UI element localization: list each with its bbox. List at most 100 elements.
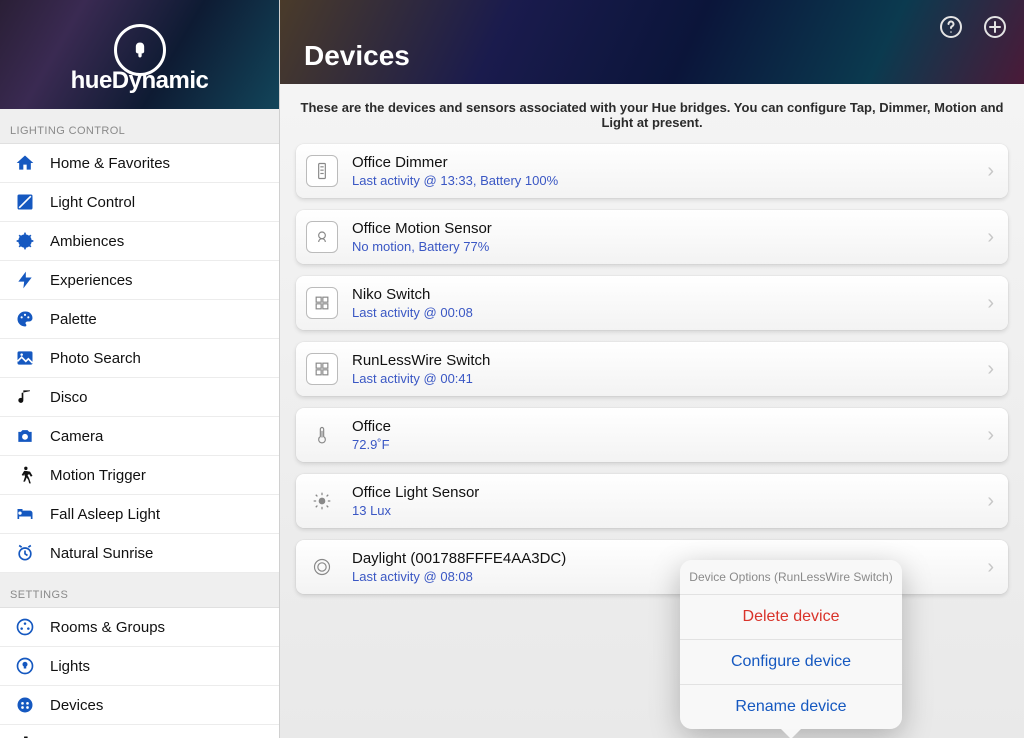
thermometer-icon — [306, 419, 338, 451]
home-icon — [14, 152, 36, 174]
sidebar-item-photo-search[interactable]: Photo Search — [0, 339, 279, 378]
device-status: No motion, Battery 77% — [352, 239, 973, 254]
light-sensor-icon — [306, 485, 338, 517]
sidebar-item-camera[interactable]: Camera — [0, 417, 279, 456]
popover-title: Device Options (RunLessWire Switch) — [680, 560, 902, 595]
sidebar-item-lights[interactable]: Lights — [0, 647, 279, 686]
sidebar-item-experiences[interactable]: Experiences — [0, 261, 279, 300]
section-header-lighting: LIGHTING CONTROL — [0, 109, 279, 144]
motion-sensor-icon — [306, 221, 338, 253]
bulb-icon — [14, 655, 36, 677]
music-note-icon — [14, 386, 36, 408]
device-status: 72.9˚F — [352, 437, 973, 452]
devices-icon — [14, 694, 36, 716]
device-status: Last activity @ 00:08 — [352, 305, 973, 320]
chevron-right-icon: › — [987, 292, 994, 315]
sidebar-item-label: Fall Asleep Light — [50, 506, 160, 523]
sidebar-item-light-control[interactable]: Light Control — [0, 183, 279, 222]
help-button[interactable] — [938, 14, 964, 40]
sidebar-item-label: Natural Sunrise — [50, 545, 153, 562]
sidebar-item-label: Motion Trigger — [50, 467, 146, 484]
chevron-right-icon: › — [987, 226, 994, 249]
sidebar-item-label: Disco — [50, 389, 88, 406]
main-header: Devices — [280, 0, 1024, 84]
groups-icon — [14, 616, 36, 638]
page-title: Devices — [304, 40, 410, 72]
chevron-right-icon: › — [987, 490, 994, 513]
chevron-right-icon: › — [987, 556, 994, 579]
sidebar-item-disco[interactable]: Disco — [0, 378, 279, 417]
device-text: Office Motion Sensor No motion, Battery … — [352, 220, 973, 254]
alarm-icon — [14, 542, 36, 564]
sidebar-item-fall-asleep[interactable]: Fall Asleep Light — [0, 495, 279, 534]
sidebar-item-label: Photo Search — [50, 350, 141, 367]
device-row-office-motion[interactable]: Office Motion Sensor No motion, Battery … — [296, 210, 1008, 264]
sidebar-item-label: Rooms & Groups — [50, 619, 165, 636]
sidebar-item-label: Camera — [50, 428, 103, 445]
device-text: RunLessWire Switch Last activity @ 00:41 — [352, 352, 973, 386]
settings-icon — [14, 733, 36, 738]
sidebar: hueDynamic LIGHTING CONTROL Home & Favor… — [0, 0, 280, 738]
sidebar-item-motion-trigger[interactable]: Motion Trigger — [0, 456, 279, 495]
daylight-icon — [306, 551, 338, 583]
add-button[interactable] — [982, 14, 1008, 40]
device-text: Office Dimmer Last activity @ 13:33, Bat… — [352, 154, 973, 188]
device-name: Niko Switch — [352, 286, 973, 303]
device-status: 13 Lux — [352, 503, 973, 518]
device-name: Office Dimmer — [352, 154, 973, 171]
device-options-popover: Device Options (RunLessWire Switch) Dele… — [680, 560, 902, 729]
sidebar-item-palette[interactable]: Palette — [0, 300, 279, 339]
main: Devices These are the devices and sensor… — [280, 0, 1024, 738]
bed-icon — [14, 503, 36, 525]
gear-icon — [14, 230, 36, 252]
device-status: Last activity @ 00:41 — [352, 371, 973, 386]
header-actions — [938, 14, 1008, 40]
sidebar-item-label: Devices — [50, 697, 103, 714]
sidebar-item-label: Lights — [50, 658, 90, 675]
chevron-right-icon: › — [987, 424, 994, 447]
device-text: Niko Switch Last activity @ 00:08 — [352, 286, 973, 320]
sidebar-item-label: Palette — [50, 311, 97, 328]
light-control-icon — [14, 191, 36, 213]
sidebar-item-rooms-groups[interactable]: Rooms & Groups — [0, 608, 279, 647]
dimmer-icon — [306, 155, 338, 187]
device-row-office-temp[interactable]: Office 72.9˚F › — [296, 408, 1008, 462]
chevron-right-icon: › — [987, 160, 994, 183]
switch-icon — [306, 287, 338, 319]
device-text: Office 72.9˚F — [352, 418, 973, 452]
brand-logo-icon — [114, 24, 166, 76]
sidebar-item-label: Experiences — [50, 272, 133, 289]
bolt-icon — [14, 269, 36, 291]
sidebar-item-ambiences[interactable]: Ambiences — [0, 222, 279, 261]
brand-header: hueDynamic — [0, 0, 279, 109]
content: These are the devices and sensors associ… — [280, 84, 1024, 738]
device-text: Office Light Sensor 13 Lux — [352, 484, 973, 518]
intro-text: These are the devices and sensors associ… — [296, 96, 1008, 144]
image-icon — [14, 347, 36, 369]
camera-icon — [14, 425, 36, 447]
device-name: RunLessWire Switch — [352, 352, 973, 369]
palette-icon — [14, 308, 36, 330]
switch-icon — [306, 353, 338, 385]
device-row-niko-switch[interactable]: Niko Switch Last activity @ 00:08 › — [296, 276, 1008, 330]
device-name: Office Motion Sensor — [352, 220, 973, 237]
sidebar-item-label: Ambiences — [50, 233, 124, 250]
sidebar-item-settings[interactable]: Settings — [0, 725, 279, 738]
device-row-office-dimmer[interactable]: Office Dimmer Last activity @ 13:33, Bat… — [296, 144, 1008, 198]
device-name: Office — [352, 418, 973, 435]
device-row-runlesswire[interactable]: RunLessWire Switch Last activity @ 00:41… — [296, 342, 1008, 396]
delete-device-button[interactable]: Delete device — [680, 595, 902, 640]
sidebar-item-natural-sunrise[interactable]: Natural Sunrise — [0, 534, 279, 573]
sidebar-item-label: Light Control — [50, 194, 135, 211]
sidebar-item-label: Home & Favorites — [50, 155, 170, 172]
sidebar-item-devices[interactable]: Devices — [0, 686, 279, 725]
chevron-right-icon: › — [987, 358, 994, 381]
configure-device-button[interactable]: Configure device — [680, 640, 902, 685]
device-name: Office Light Sensor — [352, 484, 973, 501]
section-header-settings: SETTINGS — [0, 573, 279, 608]
device-row-office-light-sensor[interactable]: Office Light Sensor 13 Lux › — [296, 474, 1008, 528]
walking-icon — [14, 464, 36, 486]
device-status: Last activity @ 13:33, Battery 100% — [352, 173, 973, 188]
sidebar-item-home-favorites[interactable]: Home & Favorites — [0, 144, 279, 183]
rename-device-button[interactable]: Rename device — [680, 685, 902, 729]
